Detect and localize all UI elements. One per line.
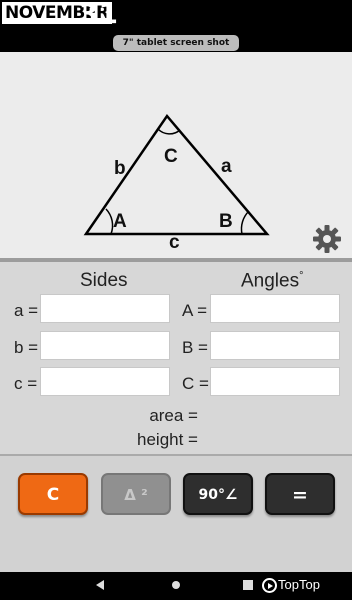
side-b-input[interactable] <box>40 331 170 360</box>
triangle-panel: C A B b a c <box>0 52 352 258</box>
back-triangle-icon[interactable] <box>96 580 104 590</box>
angle-arc-b <box>240 210 250 235</box>
sides-header: Sides <box>80 270 128 291</box>
recent-square-icon[interactable] <box>243 580 253 590</box>
side-c-label: c <box>169 232 180 253</box>
side-c-input[interactable] <box>40 367 170 396</box>
vertex-b-label: B <box>219 211 233 232</box>
right-angle-button[interactable]: 90°∠ <box>183 473 253 515</box>
angle-b-input[interactable] <box>210 331 340 360</box>
side-a-input[interactable] <box>40 294 170 323</box>
angle-arc-a <box>105 208 114 235</box>
angle-a-input[interactable] <box>210 294 340 323</box>
home-circle-icon[interactable] <box>172 581 180 589</box>
area-label: area = <box>149 406 198 425</box>
day-number: 31 <box>79 0 118 30</box>
side-b-field-label: b = <box>14 338 39 357</box>
triangle-diagram: C A B b a c <box>83 113 270 253</box>
angles-header-text: Angles <box>241 270 300 292</box>
clear-button[interactable]: C <box>18 473 88 515</box>
equals-button[interactable]: = <box>265 473 335 515</box>
watermark: TopTop <box>262 574 320 596</box>
side-a-field-label: a = <box>14 301 39 320</box>
angles-header: Angles° <box>241 270 304 292</box>
vertex-c-label: C <box>164 146 178 167</box>
angle-c-input[interactable] <box>210 367 340 396</box>
angle-a-field-label: A = <box>182 301 208 320</box>
delta-squared-button[interactable]: Δ ² <box>101 473 171 515</box>
angles-unit: ° <box>299 270 304 282</box>
play-circle-icon <box>262 578 277 594</box>
vertex-a-label: A <box>113 211 127 232</box>
height-label: height = <box>137 430 198 449</box>
watermark-text: TopTop <box>278 577 320 592</box>
side-b-label: b <box>114 158 126 179</box>
gear-icon[interactable] <box>312 224 342 254</box>
side-a-label: a <box>221 156 232 177</box>
angle-arc-c <box>157 128 181 135</box>
angle-c-field-label: C = <box>182 374 209 393</box>
side-c-field-label: c = <box>14 374 38 393</box>
angle-b-field-label: B = <box>182 338 208 357</box>
screenshot-caption: 7" tablet screen shot <box>113 35 239 51</box>
